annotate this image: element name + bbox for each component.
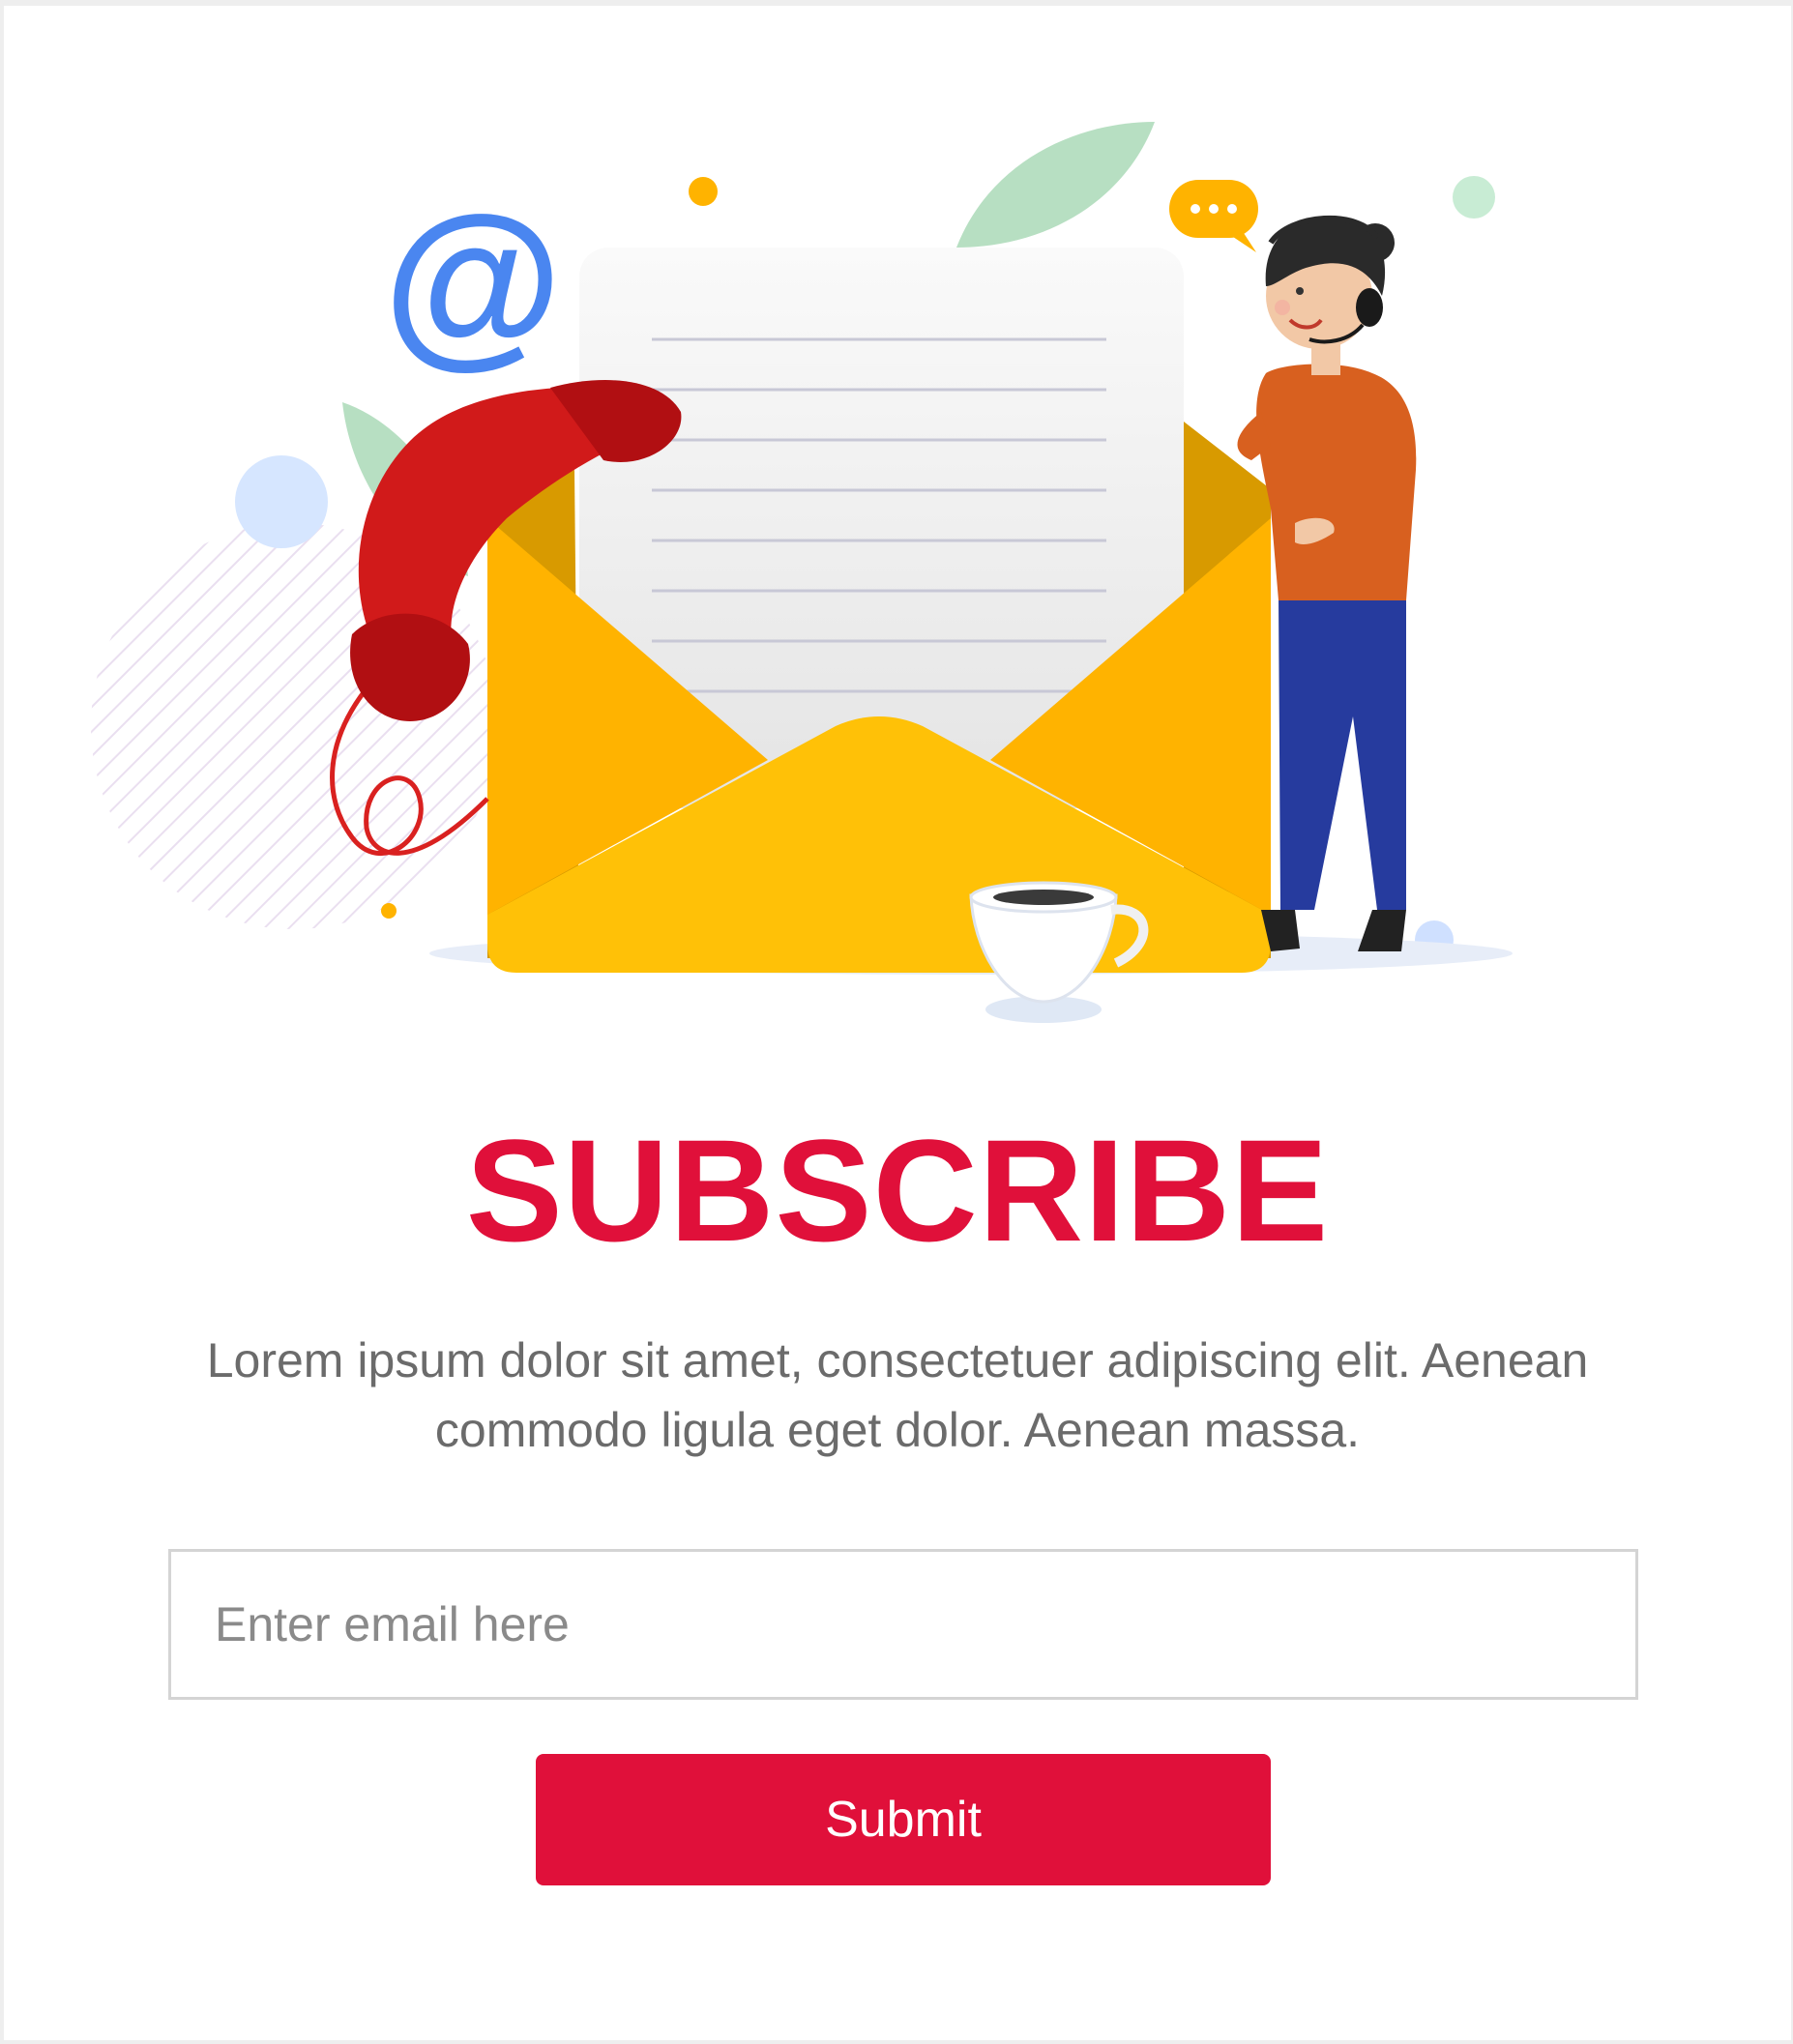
chat-bubble-icon <box>1169 180 1258 252</box>
page-title: SUBSCRIBE <box>465 1109 1330 1271</box>
at-sign-icon: @ <box>383 179 562 384</box>
email-input[interactable] <box>168 1549 1638 1700</box>
submit-button[interactable]: Submit <box>536 1754 1271 1885</box>
subscribe-description: Lorem ipsum dolor sit amet, consectetuer… <box>206 1333 1589 1457</box>
svg-text:@: @ <box>383 179 562 384</box>
subscribe-card: @ SUBSCRIBE Lorem ipsum dolor sit amet, … <box>4 6 1791 2040</box>
subscribe-illustration: @ <box>91 122 1513 1023</box>
